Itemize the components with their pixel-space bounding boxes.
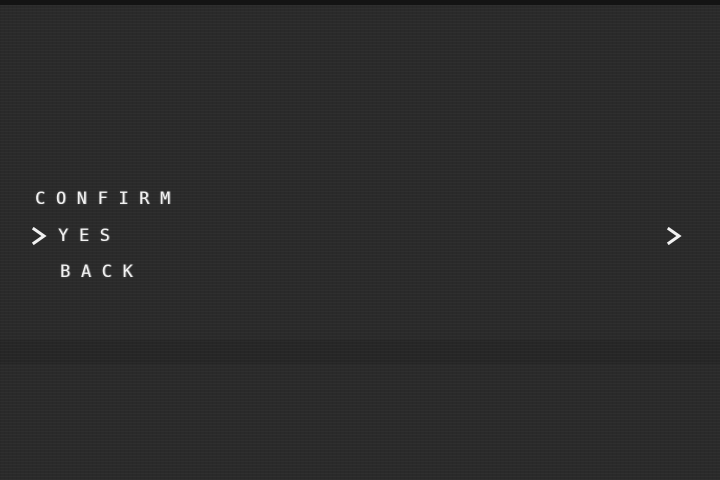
top-border bbox=[0, 0, 720, 5]
selection-cursor-icon bbox=[31, 226, 47, 246]
menu-option-yes[interactable]: YES bbox=[58, 226, 121, 246]
menu-title: CONFIRM bbox=[35, 189, 181, 209]
menu-option-back[interactable]: BACK bbox=[60, 262, 143, 282]
chevron-right-icon[interactable] bbox=[665, 226, 683, 246]
osd-screen: CONFIRM YES BACK bbox=[0, 0, 720, 480]
scan-band bbox=[0, 340, 720, 364]
